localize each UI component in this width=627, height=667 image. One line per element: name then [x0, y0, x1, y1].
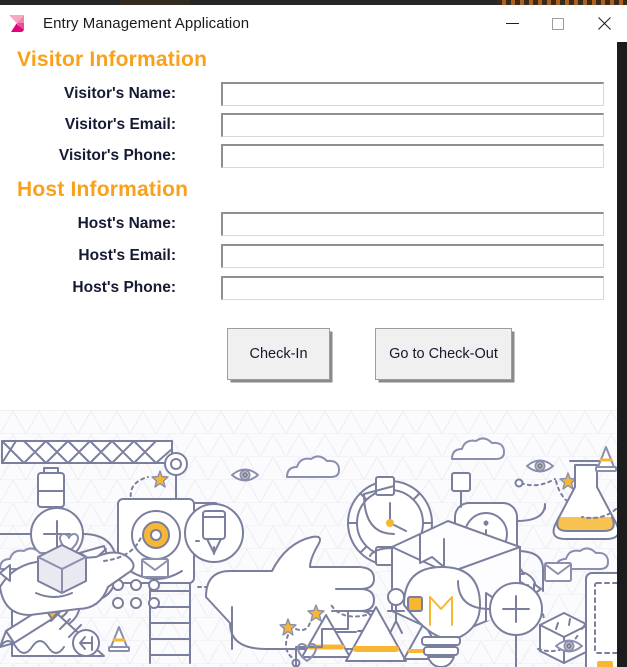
maximize-icon: [552, 17, 564, 30]
eye-icon: [231, 468, 259, 482]
form-row-host-email: Host's Email:: [0, 243, 612, 269]
window-right-edge: [622, 42, 627, 667]
host-name-input[interactable]: [221, 212, 604, 236]
visitor-email-label: Visitor's Email:: [64, 116, 176, 133]
visitor-phone-label: Visitor's Phone:: [58, 147, 176, 164]
visitor-name-input[interactable]: [221, 82, 604, 106]
eye-icon-2: [526, 459, 554, 473]
host-email-input[interactable]: [221, 244, 604, 268]
app-logo-icon: [7, 11, 33, 37]
battery-icon: [37, 467, 65, 508]
host-email-label: Host's Email:: [78, 247, 176, 264]
window-controls: [489, 5, 627, 42]
visitor-name-label: Visitor's Name:: [64, 85, 176, 102]
host-name-label: Host's Name:: [77, 215, 176, 232]
envelope-icon: [141, 558, 169, 578]
close-button[interactable]: [581, 5, 627, 42]
title-bar: Entry Management Application: [0, 5, 627, 42]
visitor-email-input[interactable]: [221, 113, 604, 137]
window-title: Entry Management Application: [43, 15, 250, 32]
tablet-icon: [585, 572, 617, 667]
minimize-button[interactable]: [489, 5, 535, 42]
cube-icon: [539, 612, 589, 664]
eye-icon-3: [555, 639, 583, 653]
host-phone-label: Host's Phone:: [72, 279, 176, 296]
pen-badge-icon: [184, 503, 244, 563]
form-row-host-name: Host's Name:: [0, 211, 612, 237]
client-area: Visitor Information Visitor's Name: Visi…: [0, 42, 622, 667]
envelope-icon-2: [544, 562, 572, 582]
host-phone-input[interactable]: [221, 276, 604, 300]
go-to-check-out-button[interactable]: Go to Check-Out: [375, 328, 512, 380]
application-window: Entry Management Application Visitor Inf…: [0, 0, 627, 667]
logout-icon: [72, 629, 100, 657]
check-in-button[interactable]: Check-In: [227, 328, 330, 380]
maximize-button[interactable]: [535, 5, 581, 42]
decorative-illustration-banner: [0, 410, 617, 667]
form-row-visitor-email: Visitor's Email:: [0, 112, 612, 138]
close-icon: [597, 17, 611, 31]
form-row-visitor-phone: Visitor's Phone:: [0, 143, 612, 169]
form-row-visitor-name: Visitor's Name:: [0, 81, 612, 107]
host-information-heading: Host Information: [17, 178, 189, 201]
visitor-information-heading: Visitor Information: [17, 48, 208, 71]
visitor-phone-input[interactable]: [221, 144, 604, 168]
form-row-host-phone: Host's Phone:: [0, 275, 612, 301]
minimize-icon: [505, 23, 519, 24]
